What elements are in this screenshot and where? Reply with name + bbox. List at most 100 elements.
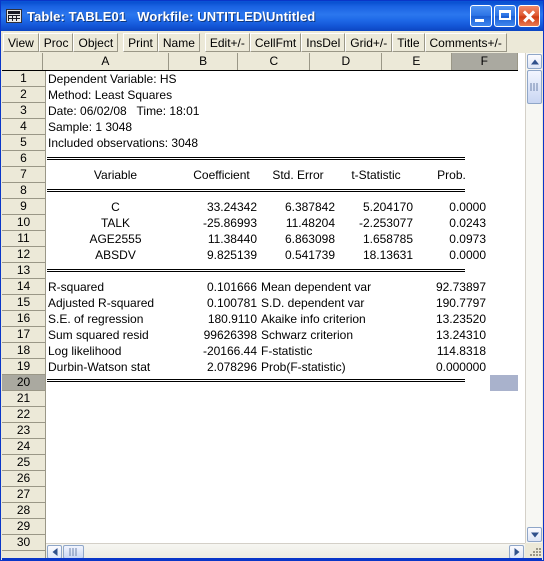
table-row[interactable] <box>47 487 518 503</box>
column-header-a[interactable]: A <box>42 53 170 70</box>
row-header-7[interactable]: 7 <box>2 167 45 183</box>
table-rule <box>47 269 465 272</box>
table-grid: ABCDEF 1 2 3 4 5 6 7 8 9 10 11 12 13 14 15 16 17 18 19 20 21… <box>2 53 542 560</box>
toolbar-button-gridplusminus[interactable]: Grid+/- <box>345 32 393 52</box>
stat-value-right: 114.8318 <box>436 344 486 358</box>
stat-value-right: 92.73897 <box>435 280 486 294</box>
table-row[interactable] <box>47 423 518 439</box>
row-header-14[interactable]: 14 <box>2 279 45 295</box>
toolbar-button-object[interactable]: Object <box>73 32 119 52</box>
toolbar-button-insdel[interactable]: InsDel <box>301 32 346 52</box>
row-header-5[interactable]: 5 <box>2 135 45 151</box>
scroll-up-button[interactable] <box>527 54 542 69</box>
maximize-button[interactable] <box>494 5 516 27</box>
column-header-c[interactable]: C <box>238 53 311 70</box>
table-row[interactable]: Dependent Variable: HS <box>47 71 518 87</box>
row-header-29[interactable]: 29 <box>2 519 45 535</box>
vertical-scrollbar[interactable] <box>525 53 542 543</box>
table-row[interactable]: Adjusted R-squared 0.100781 S.D. dependent… <box>47 295 518 311</box>
row-header-10[interactable]: 10 <box>2 215 45 231</box>
coef-header-coefficient: Coefficient <box>193 168 250 182</box>
minimize-button[interactable] <box>470 5 492 27</box>
toolbar-button-title[interactable]: Title <box>392 32 425 52</box>
stat-value-left: 180.9110 <box>207 312 257 326</box>
table-row[interactable]: Date: 06/02/08 Time: 18:01 <box>47 103 518 119</box>
stat-value-left: 0.101666 <box>206 280 257 294</box>
vertical-scroll-thumb[interactable] <box>527 70 542 104</box>
grip-dot <box>539 551 541 553</box>
table-row[interactable]: C 33.24342 6.387842 5.204170 0.0000 <box>47 199 518 215</box>
row-header-3[interactable]: 3 <box>2 103 45 119</box>
toolbar-button-view[interactable]: View <box>3 32 39 52</box>
row-header-30[interactable]: 30 <box>2 535 45 551</box>
row-header-16[interactable]: 16 <box>2 311 45 327</box>
horizontal-scroll-thumb[interactable] <box>63 545 84 559</box>
row-header-23[interactable]: 23 <box>2 423 45 439</box>
row-header-12[interactable]: 12 <box>2 247 45 263</box>
toolbar-button-proc[interactable]: Proc <box>38 32 74 52</box>
table-row[interactable]: Sample: 1 3048 <box>47 119 518 135</box>
toolbar-button-print[interactable]: Print <box>123 32 158 52</box>
row-header-26[interactable]: 26 <box>2 471 45 487</box>
table-icon <box>6 9 22 23</box>
chevron-down-icon <box>530 532 539 537</box>
toolbar-button-cellfmt[interactable]: CellFmt <box>249 32 302 52</box>
row-header-25[interactable]: 25 <box>2 455 45 471</box>
row-header-9[interactable]: 9 <box>2 199 45 215</box>
row-header-2[interactable]: 2 <box>2 87 45 103</box>
table-row[interactable] <box>47 391 518 407</box>
toolbar-button-name[interactable]: Name <box>157 32 200 52</box>
table-rule <box>47 157 465 160</box>
stat-value-left: 0.100781 <box>206 296 257 310</box>
row-header-13[interactable]: 13 <box>2 263 45 279</box>
row-header-22[interactable]: 22 <box>2 407 45 423</box>
table-row[interactable] <box>47 503 518 519</box>
table-row[interactable]: AGE2555 11.38440 6.863098 1.658785 0.0973 <box>47 231 518 247</box>
row-header-15[interactable]: 15 <box>2 295 45 311</box>
table-row[interactable] <box>47 439 518 455</box>
scroll-down-button[interactable] <box>527 527 542 542</box>
row-header-18[interactable]: 18 <box>2 343 45 359</box>
cell-area[interactable]: Dependent Variable: HS Method: Least Squa… <box>47 71 518 560</box>
row-header-19[interactable]: 19 <box>2 359 45 375</box>
toolbar-button-commentsplusminus[interactable]: Comments+/- <box>424 32 507 52</box>
table-row[interactable] <box>47 519 518 535</box>
table-row[interactable]: Variable Coefficient Std. Error t-Statistic… <box>47 167 518 183</box>
row-header-21[interactable]: 21 <box>2 391 45 407</box>
table-row[interactable] <box>47 407 518 423</box>
table-row[interactable] <box>47 375 518 391</box>
table-row[interactable] <box>47 471 518 487</box>
table-row[interactable]: Included observations: 3048 <box>47 135 518 151</box>
row-header-28[interactable]: 28 <box>2 503 45 519</box>
column-header-b[interactable]: B <box>169 53 239 70</box>
column-header-f[interactable]: F <box>451 53 518 70</box>
close-button[interactable] <box>518 5 540 27</box>
column-header-d[interactable]: D <box>310 53 383 70</box>
table-rule <box>47 189 465 192</box>
row-header-1[interactable]: 1 <box>2 71 45 87</box>
table-row[interactable]: Method: Least Squares <box>47 87 518 103</box>
table-row[interactable] <box>47 455 518 471</box>
grid-corner[interactable] <box>2 53 43 70</box>
toolbar-button-editplusminus[interactable]: Edit+/- <box>204 32 250 52</box>
table-row[interactable]: Log likelihood -20166.44 F-statistic 114.83… <box>47 343 518 359</box>
coef-cell-prob: 0.0243 <box>449 216 486 230</box>
table-row[interactable]: S.E. of regression 180.9110 Akaike info cr… <box>47 311 518 327</box>
coef-header-prob: Prob. <box>437 168 466 182</box>
row-header-17[interactable]: 17 <box>2 327 45 343</box>
row-header-4[interactable]: 4 <box>2 119 45 135</box>
table-row[interactable]: Durbin-Watson stat 2.078296 Prob(F-statist… <box>47 359 518 375</box>
table-row[interactable]: Sum squared resid 99626398 Schwarz criteri… <box>47 327 518 343</box>
scroll-left-button[interactable] <box>47 545 62 559</box>
scroll-right-button[interactable] <box>509 545 524 559</box>
row-header-11[interactable]: 11 <box>2 231 45 247</box>
row-header-8[interactable]: 8 <box>2 183 45 199</box>
row-header-20[interactable]: 20 <box>2 375 45 391</box>
table-row[interactable]: R-squared 0.101666 Mean dependent var 92.73… <box>47 279 518 295</box>
table-row[interactable]: TALK -25.86993 11.48204 -2.253077 0.0243 <box>47 215 518 231</box>
row-header-27[interactable]: 27 <box>2 487 45 503</box>
row-header-24[interactable]: 24 <box>2 439 45 455</box>
column-header-e[interactable]: E <box>382 53 452 70</box>
table-row[interactable]: ABSDV 9.825139 0.541739 18.13631 0.0000 <box>47 247 518 263</box>
row-header-6[interactable]: 6 <box>2 151 45 167</box>
